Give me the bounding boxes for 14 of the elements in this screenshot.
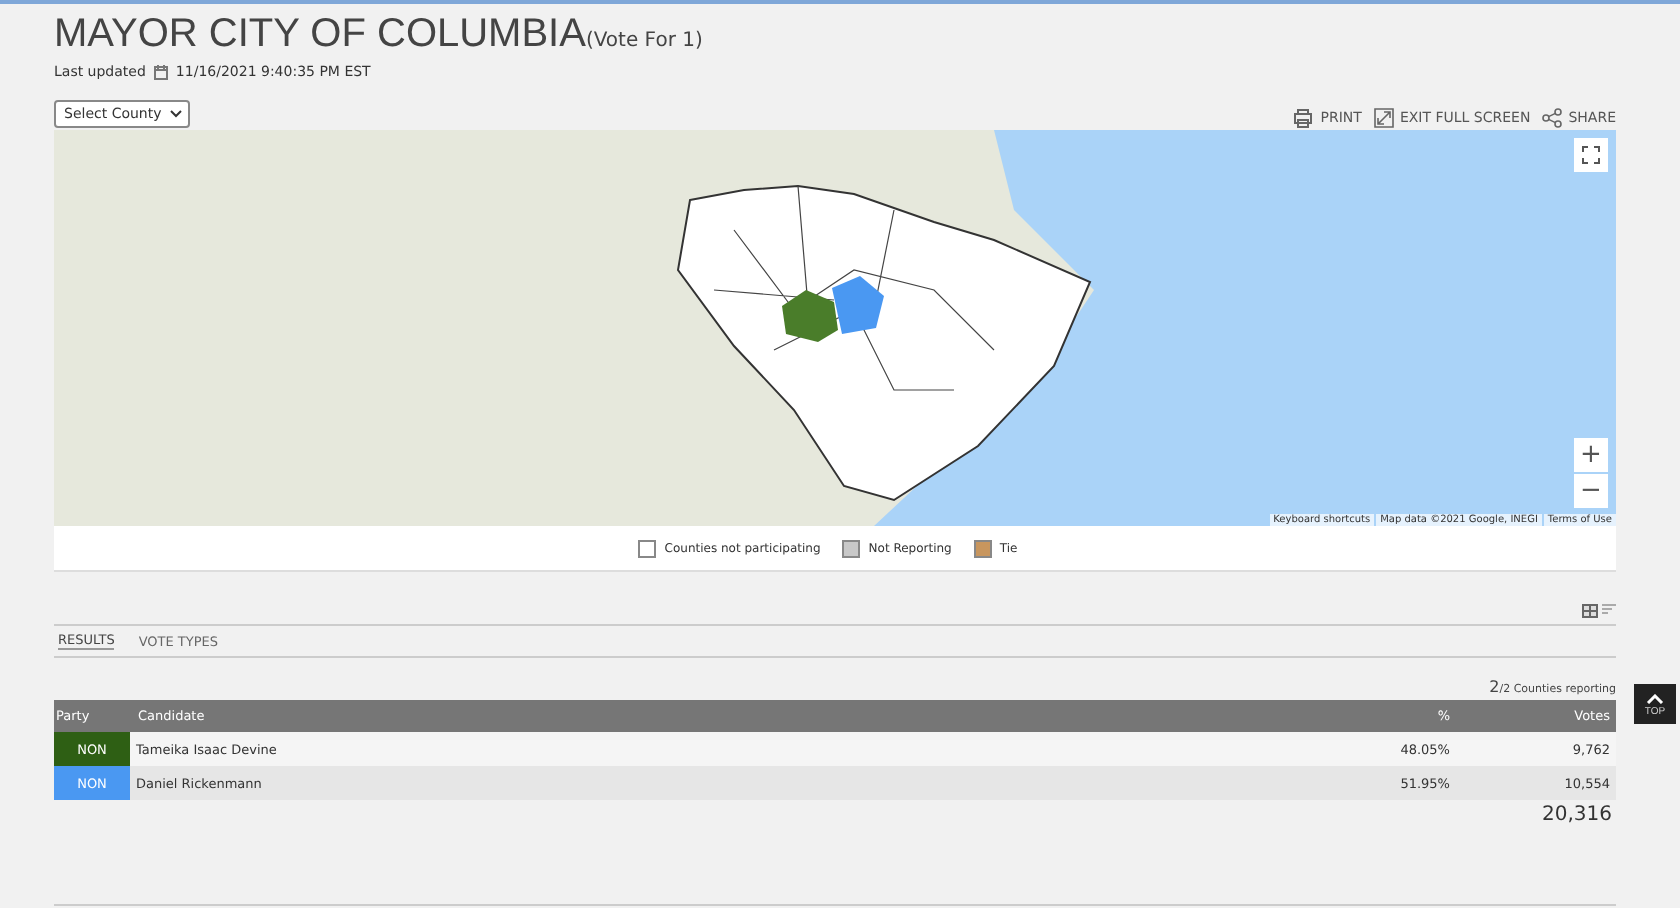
- zoom-out-button[interactable]: −: [1574, 474, 1608, 508]
- fullscreen-button[interactable]: [1574, 138, 1608, 172]
- chevron-down-icon: [169, 110, 182, 118]
- zoom-in-button[interactable]: +: [1574, 438, 1608, 472]
- grid-view-icon[interactable]: [1582, 603, 1598, 617]
- chevron-up-icon: [1646, 693, 1664, 703]
- page-title: MAYOR CITY OF COLUMBIA: [54, 12, 586, 58]
- exit-fullscreen-icon: [1373, 108, 1394, 128]
- print-icon: [1292, 108, 1315, 128]
- fullscreen-icon: [1582, 146, 1600, 164]
- calendar-icon: [153, 64, 168, 80]
- vote-for-label: (Vote For 1): [585, 30, 703, 52]
- share-icon: [1542, 108, 1563, 128]
- total-votes: 20,316: [1542, 804, 1612, 826]
